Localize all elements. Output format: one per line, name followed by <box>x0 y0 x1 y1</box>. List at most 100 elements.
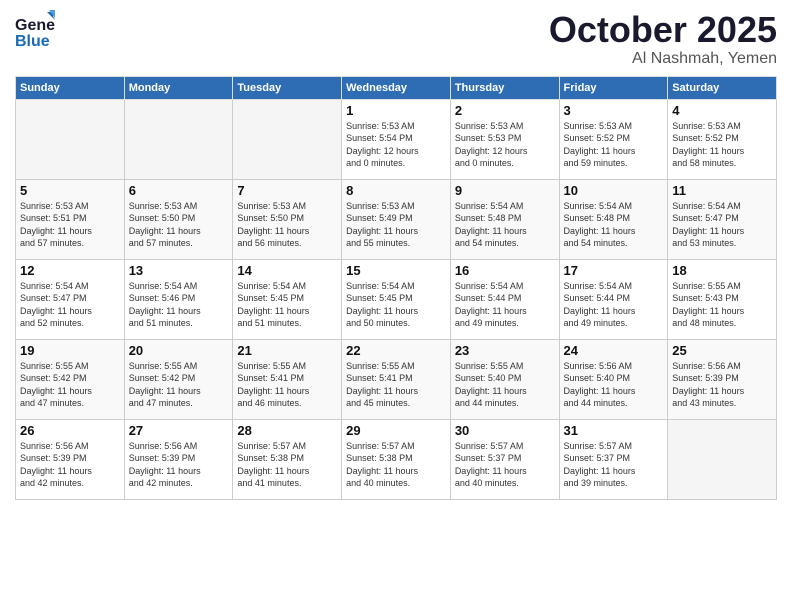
day-number: 9 <box>455 183 555 198</box>
day-number: 12 <box>20 263 120 278</box>
col-sunday: Sunday <box>16 76 125 99</box>
calendar-week-1: 1Sunrise: 5:53 AMSunset: 5:54 PMDaylight… <box>16 99 777 179</box>
day-info: Sunrise: 5:55 AMSunset: 5:41 PMDaylight:… <box>237 360 337 410</box>
svg-text:Blue: Blue <box>15 33 50 50</box>
day-number: 28 <box>237 423 337 438</box>
day-info: Sunrise: 5:55 AMSunset: 5:40 PMDaylight:… <box>455 360 555 410</box>
calendar-cell: 8 Sunrise: 5:53 AMSunset: 5:49 PMDaylight… <box>342 179 451 259</box>
calendar-cell: 26 Sunrise: 5:56 AMSunset: 5:39 PMDayligh… <box>16 419 125 499</box>
calendar-cell <box>124 99 233 179</box>
day-number: 17 <box>564 263 664 278</box>
col-thursday: Thursday <box>450 76 559 99</box>
day-number: 14 <box>237 263 337 278</box>
calendar-cell: 28 Sunrise: 5:57 AMSunset: 5:38 PMDayligh… <box>233 419 342 499</box>
calendar-cell: 9Sunrise: 5:54 AMSunset: 5:48 PMDaylight… <box>450 179 559 259</box>
calendar-cell: 24Sunrise: 5:56 AMSunset: 5:40 PMDayligh… <box>559 339 668 419</box>
day-number: 7 <box>237 183 337 198</box>
day-number: 21 <box>237 343 337 358</box>
calendar-week-2: 5 Sunrise: 5:53 AMSunset: 5:51 PMDaylight… <box>16 179 777 259</box>
day-number: 19 <box>20 343 120 358</box>
day-number: 8 <box>346 183 446 198</box>
calendar-cell: 29 Sunrise: 5:57 AMSunset: 5:38 PMDayligh… <box>342 419 451 499</box>
logo-icon: General Blue <box>15 10 55 50</box>
day-number: 1 <box>346 103 446 118</box>
calendar-cell: 23 Sunrise: 5:55 AMSunset: 5:40 PMDayligh… <box>450 339 559 419</box>
day-info: Sunrise: 5:56 AMSunset: 5:39 PMDaylight:… <box>20 440 120 490</box>
day-number: 26 <box>20 423 120 438</box>
calendar-cell: 14 Sunrise: 5:54 AMSunset: 5:45 PMDayligh… <box>233 259 342 339</box>
location: Al Nashmah, Yemen <box>549 50 777 68</box>
calendar-week-4: 19 Sunrise: 5:55 AMSunset: 5:42 PMDayligh… <box>16 339 777 419</box>
day-info: Sunrise: 5:54 AMSunset: 5:45 PMDaylight:… <box>346 280 446 330</box>
calendar-cell <box>233 99 342 179</box>
day-number: 29 <box>346 423 446 438</box>
day-number: 3 <box>564 103 664 118</box>
day-info: Sunrise: 5:55 AMSunset: 5:41 PMDaylight:… <box>346 360 446 410</box>
calendar-week-5: 26 Sunrise: 5:56 AMSunset: 5:39 PMDayligh… <box>16 419 777 499</box>
calendar-cell: 5 Sunrise: 5:53 AMSunset: 5:51 PMDaylight… <box>16 179 125 259</box>
calendar-cell: 21 Sunrise: 5:55 AMSunset: 5:41 PMDayligh… <box>233 339 342 419</box>
calendar-cell: 17 Sunrise: 5:54 AMSunset: 5:44 PMDayligh… <box>559 259 668 339</box>
day-number: 11 <box>672 183 772 198</box>
day-info: Sunrise: 5:53 AMSunset: 5:52 PMDaylight:… <box>564 120 664 170</box>
day-info: Sunrise: 5:54 AMSunset: 5:48 PMDaylight:… <box>564 200 664 250</box>
calendar-cell: 15 Sunrise: 5:54 AMSunset: 5:45 PMDayligh… <box>342 259 451 339</box>
day-info: Sunrise: 5:54 AMSunset: 5:47 PMDaylight:… <box>672 200 772 250</box>
day-number: 15 <box>346 263 446 278</box>
day-info: Sunrise: 5:54 AMSunset: 5:46 PMDaylight:… <box>129 280 229 330</box>
day-number: 4 <box>672 103 772 118</box>
day-number: 22 <box>346 343 446 358</box>
day-number: 6 <box>129 183 229 198</box>
day-info: Sunrise: 5:53 AMSunset: 5:51 PMDaylight:… <box>20 200 120 250</box>
calendar-cell: 25 Sunrise: 5:56 AMSunset: 5:39 PMDayligh… <box>668 339 777 419</box>
month-title: October 2025 <box>549 10 777 50</box>
day-number: 10 <box>564 183 664 198</box>
day-info: Sunrise: 5:57 AMSunset: 5:38 PMDaylight:… <box>346 440 446 490</box>
calendar-cell: 7Sunrise: 5:53 AMSunset: 5:50 PMDaylight… <box>233 179 342 259</box>
day-info: Sunrise: 5:54 AMSunset: 5:45 PMDaylight:… <box>237 280 337 330</box>
day-number: 25 <box>672 343 772 358</box>
header: General Blue October 2025 Al Nashmah, Ye… <box>15 10 777 68</box>
day-number: 20 <box>129 343 229 358</box>
day-info: Sunrise: 5:57 AMSunset: 5:37 PMDaylight:… <box>455 440 555 490</box>
col-saturday: Saturday <box>668 76 777 99</box>
calendar-cell: 19 Sunrise: 5:55 AMSunset: 5:42 PMDayligh… <box>16 339 125 419</box>
col-monday: Monday <box>124 76 233 99</box>
day-number: 24 <box>564 343 664 358</box>
day-number: 5 <box>20 183 120 198</box>
calendar-cell: 10 Sunrise: 5:54 AMSunset: 5:48 PMDayligh… <box>559 179 668 259</box>
day-number: 31 <box>564 423 664 438</box>
calendar-cell: 16 Sunrise: 5:54 AMSunset: 5:44 PMDayligh… <box>450 259 559 339</box>
col-tuesday: Tuesday <box>233 76 342 99</box>
day-info: Sunrise: 5:56 AMSunset: 5:39 PMDaylight:… <box>672 360 772 410</box>
day-number: 23 <box>455 343 555 358</box>
day-info: Sunrise: 5:57 AMSunset: 5:38 PMDaylight:… <box>237 440 337 490</box>
calendar-cell: 31 Sunrise: 5:57 AMSunset: 5:37 PMDayligh… <box>559 419 668 499</box>
day-info: Sunrise: 5:57 AMSunset: 5:37 PMDaylight:… <box>564 440 664 490</box>
day-number: 13 <box>129 263 229 278</box>
calendar-cell: 3 Sunrise: 5:53 AMSunset: 5:52 PMDaylight… <box>559 99 668 179</box>
col-friday: Friday <box>559 76 668 99</box>
day-info: Sunrise: 5:53 AMSunset: 5:49 PMDaylight:… <box>346 200 446 250</box>
logo: General Blue <box>15 10 55 50</box>
day-info: Sunrise: 5:54 AMSunset: 5:44 PMDaylight:… <box>564 280 664 330</box>
calendar-cell: 30 Sunrise: 5:57 AMSunset: 5:37 PMDayligh… <box>450 419 559 499</box>
day-info: Sunrise: 5:53 AMSunset: 5:50 PMDaylight:… <box>129 200 229 250</box>
day-number: 2 <box>455 103 555 118</box>
calendar-cell: 4Sunrise: 5:53 AMSunset: 5:52 PMDaylight… <box>668 99 777 179</box>
day-info: Sunrise: 5:54 AMSunset: 5:47 PMDaylight:… <box>20 280 120 330</box>
day-info: Sunrise: 5:56 AMSunset: 5:39 PMDaylight:… <box>129 440 229 490</box>
day-info: Sunrise: 5:55 AMSunset: 5:43 PMDaylight:… <box>672 280 772 330</box>
day-info: Sunrise: 5:55 AMSunset: 5:42 PMDaylight:… <box>20 360 120 410</box>
day-number: 27 <box>129 423 229 438</box>
day-number: 18 <box>672 263 772 278</box>
page: General Blue October 2025 Al Nashmah, Ye… <box>0 0 792 612</box>
title-area: October 2025 Al Nashmah, Yemen <box>549 10 777 68</box>
calendar-week-3: 12 Sunrise: 5:54 AMSunset: 5:47 PMDayligh… <box>16 259 777 339</box>
day-number: 30 <box>455 423 555 438</box>
calendar-cell: 18 Sunrise: 5:55 AMSunset: 5:43 PMDayligh… <box>668 259 777 339</box>
day-info: Sunrise: 5:54 AMSunset: 5:44 PMDaylight:… <box>455 280 555 330</box>
header-row: Sunday Monday Tuesday Wednesday Thursday… <box>16 76 777 99</box>
day-number: 16 <box>455 263 555 278</box>
col-wednesday: Wednesday <box>342 76 451 99</box>
